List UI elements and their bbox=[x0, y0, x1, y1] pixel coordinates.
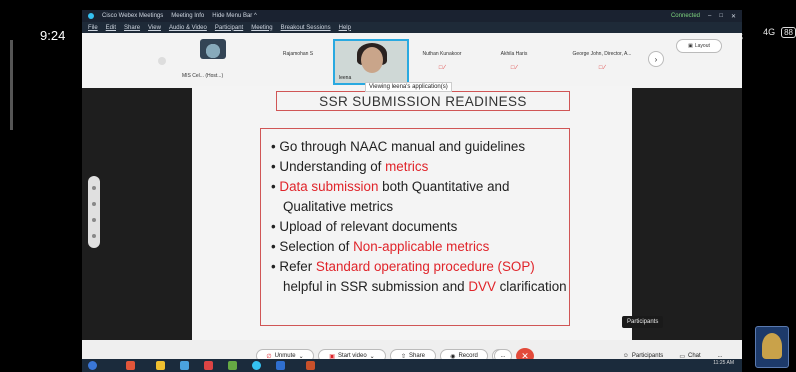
participant-tile[interactable]: George John, Director, A... □ ∕ bbox=[560, 39, 644, 85]
highlight-text: DVV bbox=[468, 279, 496, 294]
participant-strip: MIS Cel... (Host...) Rajamohan S leena N… bbox=[82, 33, 742, 88]
taskbar-app-icon[interactable] bbox=[204, 361, 213, 370]
meeting-info-link[interactable]: Meeting Info bbox=[171, 13, 204, 19]
close-icon[interactable]: ✕ bbox=[731, 13, 736, 20]
tool-dot[interactable] bbox=[92, 234, 96, 238]
slide-body: • Go through NAAC manual and guidelines •… bbox=[260, 128, 570, 326]
bullet-text: Go through NAAC manual and guidelines bbox=[279, 139, 526, 154]
participant-name: George John, Director, A... bbox=[572, 51, 632, 57]
active-speaker-avatar bbox=[361, 47, 383, 73]
strip-prev-button[interactable] bbox=[158, 57, 166, 65]
menu-help[interactable]: Help bbox=[339, 25, 351, 31]
shared-slide: SSR SUBMISSION READINESS • Go through NA… bbox=[192, 86, 632, 350]
webex-logo-icon bbox=[88, 13, 94, 19]
connection-status: Connected bbox=[670, 13, 700, 19]
annotation-toolbar[interactable] bbox=[88, 176, 100, 248]
webex-window: Cisco Webex Meetings Meeting Info Hide M… bbox=[82, 10, 742, 372]
participant-tile[interactable]: Akhila Haris □ ∕ bbox=[486, 39, 542, 85]
slide-bullet: • Data submission both Quantitative and … bbox=[271, 179, 510, 214]
highlight-text: Non-applicable metrics bbox=[353, 239, 490, 254]
viewing-tooltip: Viewing leena's application(s) bbox=[365, 82, 452, 92]
webex-taskbar-icon[interactable] bbox=[252, 361, 261, 370]
tool-dot[interactable] bbox=[92, 186, 96, 190]
muted-mic-icon: □ ∕ bbox=[510, 65, 518, 71]
slide-title: SSR SUBMISSION READINESS bbox=[276, 91, 570, 111]
menu-file[interactable]: File bbox=[88, 25, 98, 31]
layout-label: Layout bbox=[694, 43, 710, 49]
slide-bullet: • Upload of relevant documents bbox=[271, 219, 458, 234]
signal-icon: 4G bbox=[763, 27, 776, 37]
active-speaker-name: leena bbox=[339, 75, 352, 81]
overlay-app-icon[interactable] bbox=[755, 326, 789, 368]
tool-dot[interactable] bbox=[92, 218, 96, 222]
taskbar-app-icon[interactable] bbox=[228, 361, 237, 370]
highlight-text: Data submission bbox=[279, 179, 379, 194]
menu-view[interactable]: View bbox=[148, 25, 161, 31]
slide-bullets: • Go through NAAC manual and guidelines •… bbox=[271, 137, 569, 297]
self-name: MIS Cel... (Host...) bbox=[182, 73, 224, 79]
menu-breakout[interactable]: Breakout Sessions bbox=[281, 25, 331, 31]
muted-mic-icon: □ ∕ bbox=[598, 65, 606, 71]
taskbar-app-icon[interactable] bbox=[306, 361, 315, 370]
muted-mic-icon: □ ∕ bbox=[438, 65, 446, 71]
participant-name: Rajamohan S bbox=[282, 51, 314, 57]
participants-tooltip: Participants bbox=[622, 316, 664, 328]
taskbar-app-icon[interactable] bbox=[126, 361, 135, 370]
menu-audio-video[interactable]: Audio & Video bbox=[169, 25, 207, 31]
slide-bullet: • Selection of Non-applicable metrics bbox=[271, 239, 490, 254]
active-speaker-tile[interactable]: leena bbox=[333, 39, 409, 85]
participant-name: Akhila Haris bbox=[500, 51, 528, 57]
bullet-text: Understanding of bbox=[279, 159, 386, 174]
bullet-text: helpful in SSR submission and bbox=[283, 279, 469, 294]
bullet-text: clarification bbox=[495, 279, 567, 294]
menu-edit[interactable]: Edit bbox=[106, 25, 116, 31]
hide-menu-bar-link[interactable]: Hide Menu Bar ^ bbox=[212, 13, 257, 19]
bullet-text: Refer bbox=[279, 259, 316, 274]
minimize-icon[interactable]: – bbox=[708, 13, 711, 19]
side-edge-bar bbox=[10, 40, 13, 130]
slide-bullet: • Understanding of metrics bbox=[271, 159, 429, 174]
menu-bar: File Edit Share View Audio & Video Parti… bbox=[82, 22, 742, 33]
emblem-icon bbox=[762, 333, 782, 359]
slide-bullet: • Go through NAAC manual and guidelines bbox=[271, 139, 526, 154]
battery-icon: 88 bbox=[781, 26, 796, 38]
taskbar-app-icon[interactable] bbox=[276, 361, 285, 370]
taskbar-app-icon[interactable] bbox=[180, 361, 189, 370]
participant-tile[interactable]: Nuthan Kunakoor □ ∕ bbox=[410, 39, 474, 85]
taskbar-clock: 11:25 AM bbox=[713, 360, 734, 366]
layout-icon: ▣ bbox=[688, 43, 693, 49]
menu-meeting[interactable]: Meeting bbox=[251, 25, 272, 31]
phone-time: 9:24 bbox=[40, 28, 66, 43]
self-avatar bbox=[200, 39, 226, 59]
highlight-text: Standard operating procedure (SOP) bbox=[315, 259, 535, 274]
participant-name: Nuthan Kunakoor bbox=[422, 51, 462, 57]
slide-bullet: • Refer Standard operating procedure (SO… bbox=[271, 259, 567, 294]
maximize-icon[interactable]: □ bbox=[719, 13, 723, 19]
start-icon[interactable] bbox=[88, 361, 97, 370]
self-tile[interactable]: MIS Cel... (Host...) bbox=[182, 39, 242, 85]
app-title: Cisco Webex Meetings bbox=[102, 13, 164, 19]
folder-icon[interactable] bbox=[156, 361, 165, 370]
strip-next-button[interactable]: › bbox=[648, 51, 664, 67]
menu-participant[interactable]: Participant bbox=[215, 25, 243, 31]
highlight-text: metrics bbox=[385, 159, 429, 174]
layout-button[interactable]: ▣ Layout bbox=[676, 39, 722, 53]
windows-taskbar: 11:25 AM bbox=[82, 359, 742, 372]
title-bar: Cisco Webex Meetings Meeting Info Hide M… bbox=[82, 10, 742, 22]
menu-share[interactable]: Share bbox=[124, 25, 140, 31]
participant-tile[interactable]: Rajamohan S bbox=[268, 39, 328, 85]
tool-dot[interactable] bbox=[92, 202, 96, 206]
window-controls: Connected – □ ✕ bbox=[671, 10, 736, 22]
bullet-text: Selection of bbox=[279, 239, 354, 254]
bullet-text: Upload of relevant documents bbox=[279, 219, 458, 234]
